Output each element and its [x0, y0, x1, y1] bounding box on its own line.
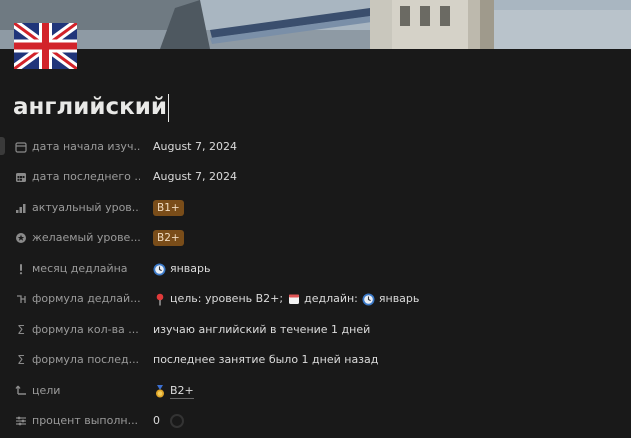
property-value[interactable]: B1+ [153, 193, 184, 223]
calendar-icon [14, 140, 28, 154]
text-caret [167, 93, 169, 122]
formula-goal-text: цель: уровень B2+; [170, 292, 284, 305]
property-value[interactable]: B2+ [153, 223, 184, 253]
property-name[interactable]: дата начала изуч... [14, 132, 140, 162]
property-label: формула кол-ва ... [32, 323, 139, 336]
relation-arrow-icon [14, 384, 28, 398]
formula-icon [14, 292, 28, 306]
star-circle-icon [14, 231, 28, 245]
bar-chart-icon [14, 201, 28, 215]
formula-result: изучаю английский в течение 1 дней [153, 323, 371, 336]
medal-icon [153, 384, 166, 398]
date-value: August 7, 2024 [153, 170, 237, 183]
formula-month-text: январь [378, 292, 420, 305]
relation-link[interactable]: B2+ [170, 384, 194, 399]
clock-icon [153, 263, 166, 276]
property-name[interactable]: цели [14, 376, 140, 406]
property-row-deadline-month[interactable]: месяц дедлайна январь [0, 254, 631, 284]
progress-number: 0 [153, 414, 160, 427]
property-name[interactable]: формула дедлай... [14, 284, 140, 314]
level-tag[interactable]: B1+ [153, 200, 184, 216]
formula-deadline-text: дедлайн: [304, 292, 358, 305]
sigma-icon: Σ [17, 353, 25, 367]
property-row-last-date[interactable]: дата последнего ... August 7, 2024 [0, 162, 631, 192]
calendar-emoji-icon [287, 293, 300, 306]
property-row-goals[interactable]: цели B2+ [0, 376, 631, 406]
property-value[interactable]: изучаю английский в течение 1 дней [153, 315, 370, 345]
uk-flag-icon[interactable] [14, 23, 77, 69]
property-name[interactable]: дата последнего ... [14, 162, 140, 192]
property-row-last-formula[interactable]: Σ формула послед... последнее занятие бы… [0, 345, 631, 375]
property-name[interactable]: актуальный уров... [14, 193, 140, 223]
property-name[interactable]: Σ формула кол-ва ... [14, 315, 140, 345]
property-row-deadline-formula[interactable]: формула дедлай... цель: уровень B2+; дед… [0, 284, 631, 314]
property-value[interactable]: 0 [153, 406, 184, 436]
property-label: актуальный уров... [32, 201, 140, 214]
property-row-progress[interactable]: процент выполн... 0 [0, 406, 631, 436]
property-row-count-formula[interactable]: Σ формула кол-ва ... изучаю английский в… [0, 315, 631, 345]
property-label: процент выполн... [32, 414, 139, 427]
property-label: месяц дедлайна [32, 262, 128, 275]
page-title-text[interactable]: английский [13, 94, 167, 120]
property-row-current-level[interactable]: актуальный уров... B1+ [0, 193, 631, 223]
property-value[interactable]: August 7, 2024 [153, 162, 237, 192]
property-row-start-date[interactable]: дата начала изуч... August 7, 2024 [0, 132, 631, 162]
property-row-desired-level[interactable]: желаемый урове... B2+ [0, 223, 631, 253]
exclamation-icon [14, 262, 28, 276]
property-name[interactable]: процент выполн... [14, 406, 140, 436]
property-value[interactable]: последнее занятие было 1 дней назад [153, 345, 378, 375]
property-name[interactable]: желаемый урове... [14, 223, 140, 253]
property-label: дата начала изуч... [32, 140, 140, 153]
property-label: формула послед... [32, 353, 140, 366]
date-value: August 7, 2024 [153, 140, 237, 153]
property-value[interactable]: цель: уровень B2+; дедлайн: январь [153, 284, 419, 314]
property-value[interactable]: январь [153, 254, 211, 284]
cover-image-tower-bridge [0, 0, 631, 49]
relation-link[interactable]: январь [170, 254, 211, 284]
property-name[interactable]: месяц дедлайна [14, 254, 140, 284]
property-label: желаемый урове... [32, 231, 140, 244]
clock-icon [362, 293, 375, 306]
page-cover[interactable] [0, 0, 631, 49]
calendar-grid-icon [14, 170, 28, 184]
formula-result: последнее занятие было 1 дней назад [153, 353, 379, 366]
property-label: дата последнего ... [32, 170, 140, 183]
property-value[interactable]: August 7, 2024 [153, 132, 237, 162]
property-value[interactable]: B2+ [153, 376, 194, 406]
property-label: формула дедлай... [32, 292, 140, 305]
level-tag[interactable]: B2+ [153, 230, 184, 246]
page-title[interactable]: английский [13, 91, 169, 123]
sigma-icon: Σ [17, 323, 25, 337]
progress-ring [170, 414, 184, 428]
property-name[interactable]: Σ формула послед... [14, 345, 140, 375]
pin-icon [153, 293, 166, 306]
sliders-icon [14, 414, 28, 428]
property-label: цели [32, 384, 61, 397]
